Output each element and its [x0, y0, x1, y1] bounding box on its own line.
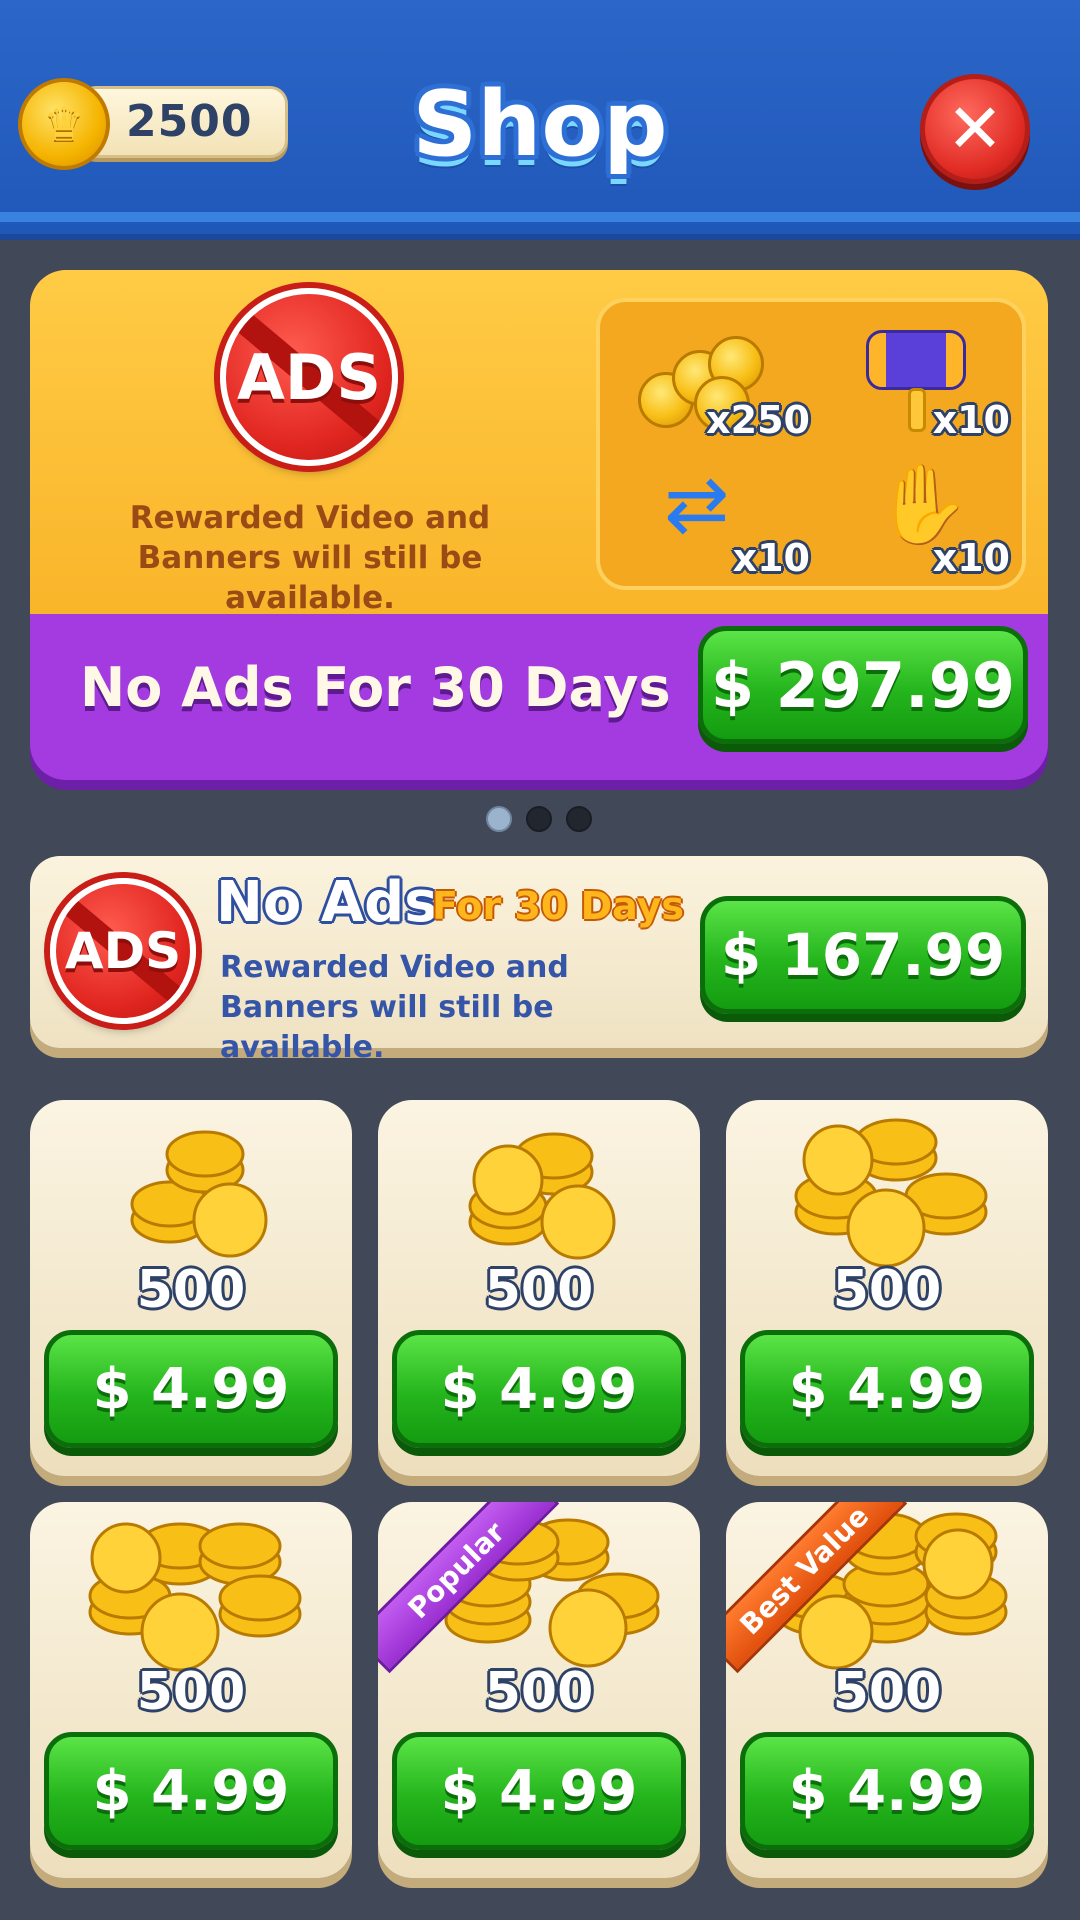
close-button[interactable]: ✕ — [920, 74, 1030, 184]
coin-pack-card: 500 $ 4.99 — [378, 1100, 700, 1476]
coin-pack-card: 500 $ 4.99 — [30, 1502, 352, 1878]
buy-coins-button[interactable]: $ 4.99 — [44, 1330, 338, 1448]
close-icon: ✕ — [946, 89, 1004, 169]
coin-amount: 500 — [136, 1662, 246, 1722]
no-ads-badge-text: ADS — [236, 340, 382, 414]
coin-amount: 500 — [484, 1662, 594, 1722]
reward-glove: ✋ x10 — [814, 454, 1014, 584]
no-ads-bundle-banner: ADS Rewarded Video and Banners will stil… — [30, 270, 1048, 780]
coin-amount: 500 — [484, 1260, 594, 1320]
shop-header: ♛ 2500 Shop ✕ — [0, 0, 1080, 240]
no-ads-badge-text: ADS — [64, 922, 182, 980]
coin-pile-icon — [794, 1118, 988, 1268]
reward-shuffle: ⇄ x10 — [614, 454, 814, 584]
banner-label: No Ads For 30 Days — [80, 656, 671, 719]
coin-pack-card: Popular 500 $ 4.99 — [378, 1502, 700, 1878]
coin-pile-icon — [130, 1130, 268, 1258]
reward-hammer: x10 — [814, 316, 1014, 446]
no-ads-icon: ADS — [50, 878, 196, 1024]
no-ads-duration: For 30 Days — [432, 884, 685, 928]
reward-qty: x10 — [732, 536, 810, 580]
coin-pile-icon — [468, 1132, 616, 1260]
buy-coins-button[interactable]: $ 4.99 — [740, 1330, 1034, 1448]
coin-pack-card: Best Value 500 $ 4.99 — [726, 1502, 1048, 1878]
buy-coins-button[interactable]: $ 4.99 — [392, 1330, 686, 1448]
reward-qty: x10 — [932, 398, 1010, 442]
coin-amount: 500 — [136, 1260, 246, 1320]
coin-amount: 500 — [832, 1662, 942, 1722]
buy-no-ads-bundle-button[interactable]: $ 297.99 — [698, 626, 1028, 744]
banner-top: ADS Rewarded Video and Banners will stil… — [30, 270, 1048, 616]
no-ads-offer: ADS No Ads For 30 Days Rewarded Video an… — [30, 856, 1048, 1065]
pager-dot-2[interactable] — [526, 806, 552, 832]
coin-amount: 500 — [832, 1260, 942, 1320]
no-ads-icon: ADS — [220, 288, 398, 466]
buy-no-ads-button[interactable]: $ 167.99 — [700, 896, 1026, 1014]
reward-coins: x250 — [614, 316, 814, 446]
coin-pack-card: 500 $ 4.99 — [726, 1100, 1048, 1476]
no-ads-title: No Ads — [216, 870, 438, 935]
pager-dot-3[interactable] — [566, 806, 592, 832]
shuffle-arrows-icon: ⇄ — [664, 460, 730, 550]
banner-note: Rewarded Video and Banners will still be… — [129, 500, 491, 616]
buy-coins-button[interactable]: $ 4.99 — [392, 1732, 686, 1850]
buy-coins-button[interactable]: $ 4.99 — [740, 1732, 1034, 1850]
reward-qty: x10 — [932, 536, 1010, 580]
pager-dot-1[interactable] — [486, 806, 512, 832]
rewards-panel: x250 x10 ⇄ x10 ✋ x10 — [596, 298, 1026, 590]
coin-pile-icon — [88, 1522, 302, 1672]
carousel-pager — [486, 806, 596, 832]
reward-qty: x250 — [706, 398, 810, 442]
no-ads-note: Rewarded Video and Banners will still be… — [220, 950, 569, 1065]
buy-coins-button[interactable]: $ 4.99 — [44, 1732, 338, 1850]
coin-pack-card: 500 $ 4.99 — [30, 1100, 352, 1476]
page-title: Shop — [412, 72, 668, 177]
